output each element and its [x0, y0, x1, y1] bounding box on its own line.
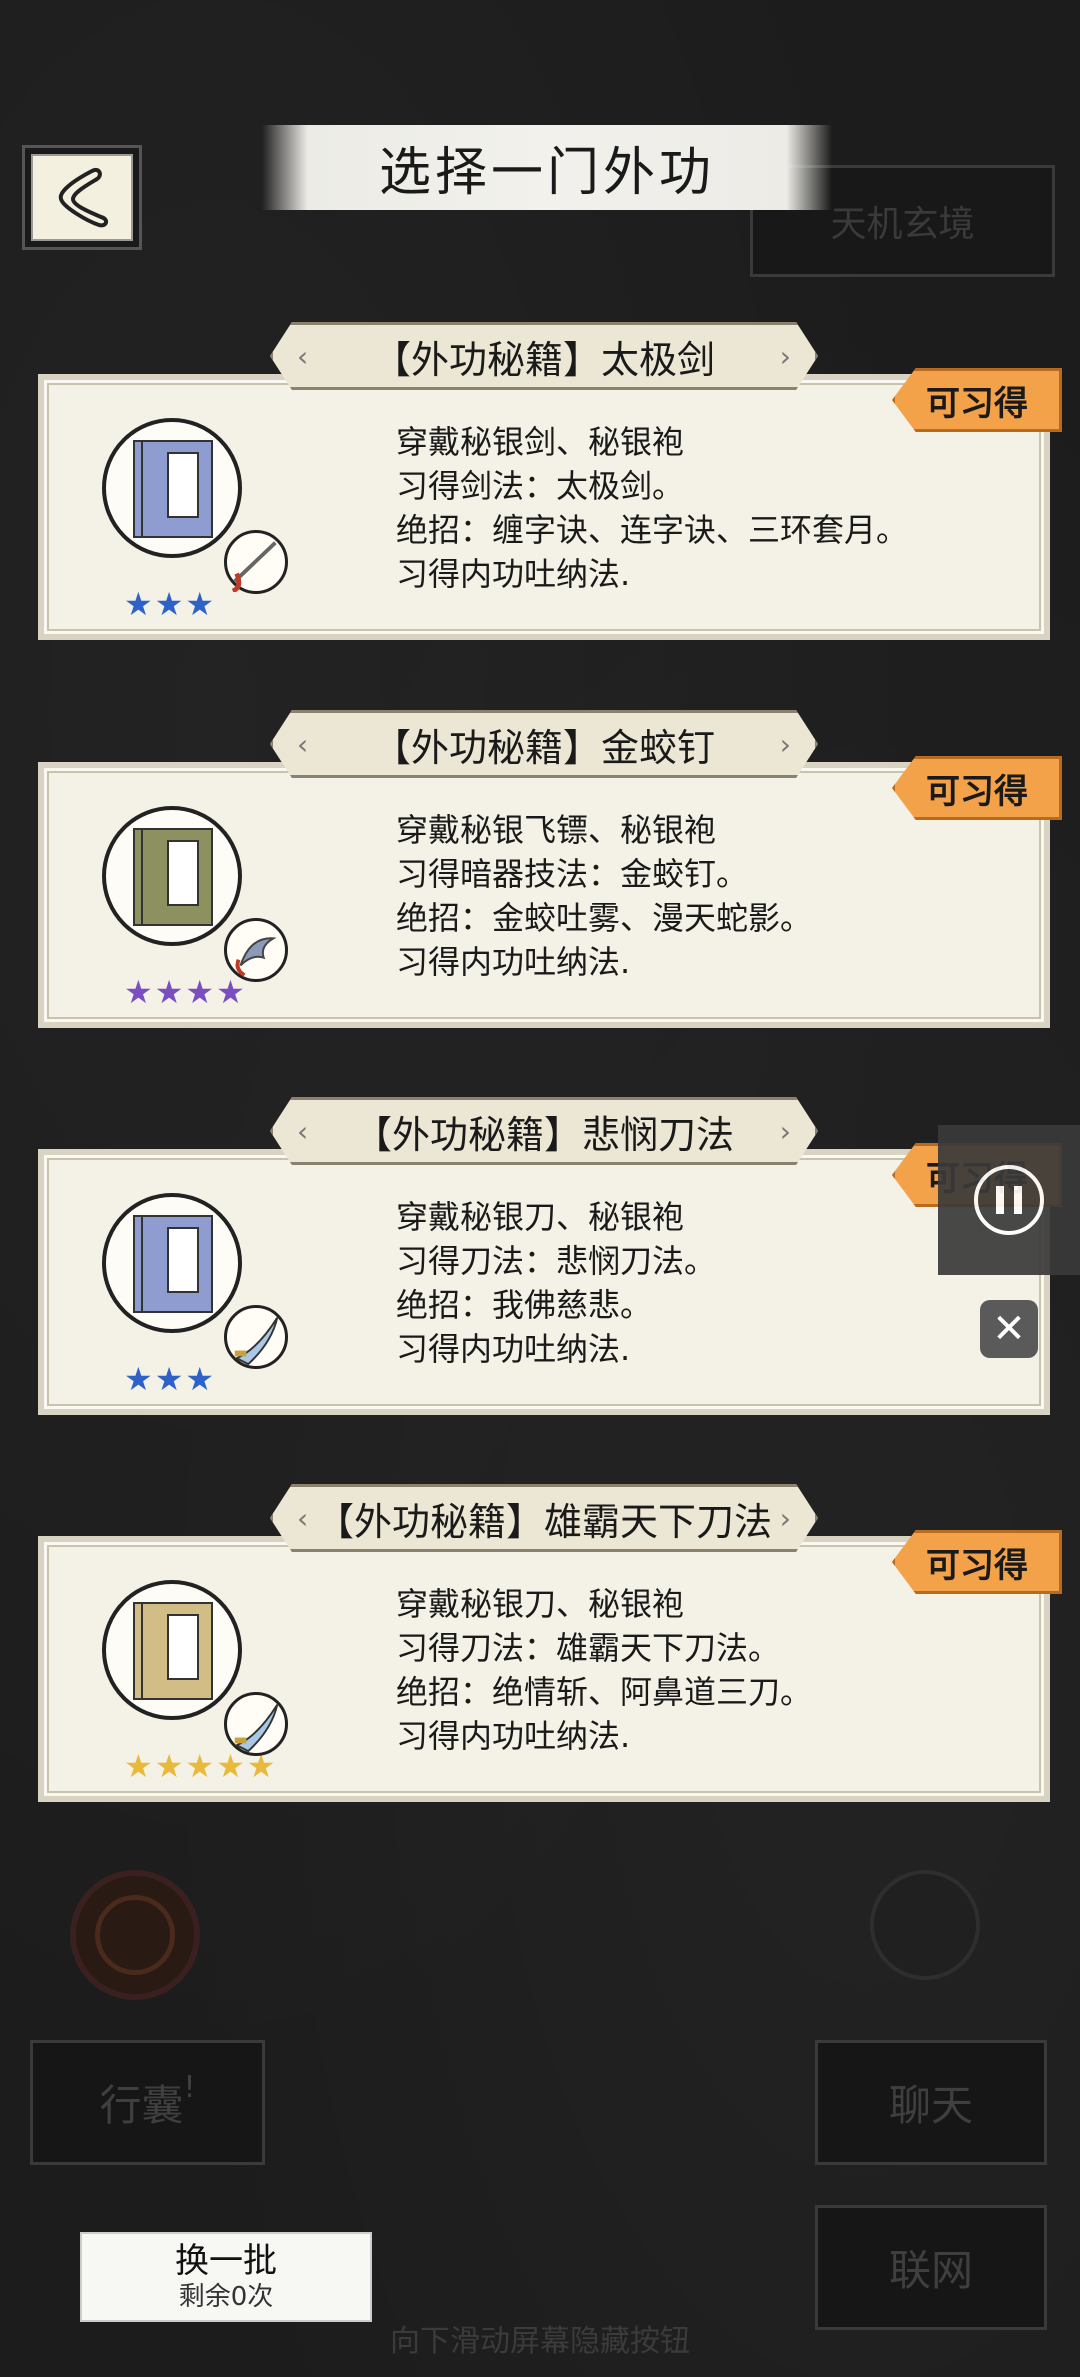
header-right-ornament-icon: › — [779, 727, 791, 761]
skill-card[interactable]: ‹ 【外功秘籍】雄霸天下刀法 › 可习得 ★★★★★ 穿戴秘银刀、秘银袍 习得刀法… — [38, 1484, 1062, 1814]
learnable-tag-label: 可习得 — [926, 1545, 1028, 1586]
header-right-ornament-icon: › — [779, 339, 791, 373]
bag-label: 行囊 — [99, 2081, 184, 2130]
refresh-label: 换一批 — [175, 2241, 277, 2281]
runner-icon — [870, 1870, 980, 1980]
description-line: 绝招：金蛟吐雾、漫天蛇影。 — [396, 899, 813, 937]
description-line: 习得暗器技法：金蛟钉。 — [396, 855, 749, 893]
description-line: 习得剑法：太极剑。 — [396, 467, 685, 505]
description-line: 穿戴秘银刀、秘银袍 — [396, 1585, 685, 1623]
learnable-tag: 可习得 — [892, 1530, 1062, 1594]
star-rating: ★★★ — [124, 1360, 217, 1398]
header-left-ornament-icon: ‹ — [297, 727, 309, 761]
tianji-label: 天机玄境 — [830, 204, 975, 245]
page-title: 选择一门外功 — [262, 125, 832, 210]
bag-button: 行囊! — [30, 2040, 265, 2165]
card-header: ‹ 【外功秘籍】悲悯刀法 › — [270, 1097, 818, 1165]
bag-alert-mark: ! — [183, 2070, 196, 2105]
card-title: 【外功秘籍】太极剑 — [372, 337, 715, 382]
description-line: 习得刀法：雄霸天下刀法。 — [396, 1629, 781, 1667]
card-description: 穿戴秘银刀、秘银袍习得刀法：雄霸天下刀法。 绝招：绝情斩、阿鼻道三刀。 习得内功吐纳… — [396, 1582, 812, 1758]
weapon-icon — [224, 1692, 288, 1756]
card-description: 穿戴秘银刀、秘银袍 习得刀法：悲悯刀法。 绝招：我佛慈悲。 习得内功吐纳法. — [396, 1195, 716, 1371]
description-line: 习得内功吐纳法. — [396, 1330, 631, 1368]
description-line: 习得内功吐纳法. — [396, 555, 631, 593]
description-line: 绝招：绝情斩、阿鼻道三刀。 — [396, 1673, 813, 1711]
book-icon — [102, 806, 242, 946]
pause-button[interactable] — [938, 1125, 1080, 1275]
skill-card[interactable]: ‹ 【外功秘籍】金蛟钉 › 可习得 ★★★★ 穿戴秘银飞镖、秘银袍 习得暗器技法：… — [38, 710, 1062, 1040]
card-description: 穿戴秘银飞镖、秘银袍 习得暗器技法：金蛟钉。绝招：金蛟吐雾、漫天蛇影。 习得内功吐纳… — [396, 808, 812, 984]
description-line: 穿戴秘银飞镖、秘银袍 — [396, 811, 717, 849]
refresh-button[interactable]: 换一批 剩余0次 — [80, 2232, 372, 2322]
header-right-ornament-icon: › — [779, 1114, 791, 1148]
header-left-ornament-icon: ‹ — [297, 1114, 309, 1148]
description-line: 绝招：我佛慈悲。 — [396, 1286, 653, 1324]
book-icon — [102, 418, 242, 558]
card-header: ‹ 【外功秘籍】太极剑 › — [270, 322, 818, 390]
header-left-ornament-icon: ‹ — [297, 339, 309, 373]
card-description: 穿戴秘银剑、秘银袍 习得剑法：太极剑。绝招：缠字诀、连字诀、三环套月。 习得内功吐纳… — [396, 420, 908, 596]
description-line: 穿戴秘银剑、秘银袍 — [396, 423, 685, 461]
back-arrow-icon — [58, 167, 108, 227]
weapon-icon — [224, 918, 288, 982]
skill-card[interactable]: ‹ 【外功秘籍】太极剑 › 可习得 ★★★ 穿戴秘银剑、秘银袍 习得剑法：太极剑。… — [38, 322, 1062, 652]
book-icon — [102, 1193, 242, 1333]
hide-buttons-hint: 向下滑动屏幕隐藏按钮 — [390, 2324, 690, 2359]
learnable-tag: 可习得 — [892, 368, 1062, 432]
back-button[interactable] — [22, 145, 142, 250]
description-line: 习得内功吐纳法. — [396, 1717, 631, 1755]
card-title: 【外功秘籍】悲悯刀法 — [353, 1112, 734, 1157]
card-title: 【外功秘籍】金蛟钉 — [372, 725, 715, 770]
header-right-ornament-icon: › — [779, 1501, 791, 1535]
card-header: ‹ 【外功秘籍】金蛟钉 › — [270, 710, 818, 778]
description-line: 习得刀法：悲悯刀法。 — [396, 1242, 717, 1280]
description-line: 绝招：缠字诀、连字诀、三环套月。 — [396, 511, 909, 549]
pause-icon — [974, 1165, 1044, 1235]
learnable-tag: 可习得 — [892, 756, 1062, 820]
online-label: 联网 — [888, 2246, 973, 2295]
card-header: ‹ 【外功秘籍】雄霸天下刀法 › — [270, 1484, 818, 1552]
header-left-ornament-icon: ‹ — [297, 1501, 309, 1535]
emblem-icon — [70, 1870, 200, 2000]
book-icon — [102, 1580, 242, 1720]
skill-card[interactable]: ‹ 【外功秘籍】悲悯刀法 › 可习得 ★★★ 穿戴秘银刀、秘银袍习得刀法：悲悯刀… — [38, 1097, 1062, 1427]
card-body: 可习得 ★★★ 穿戴秘银刀、秘银袍习得刀法：悲悯刀法。绝招：我佛慈悲。习得内功吐… — [38, 1143, 1062, 1415]
description-line: 习得内功吐纳法. — [396, 943, 631, 981]
weapon-icon — [224, 530, 288, 594]
online-button: 联网 — [815, 2205, 1047, 2330]
chat-button: 聊天 — [815, 2040, 1047, 2165]
close-button[interactable]: ✕ — [980, 1300, 1038, 1358]
description-line: 穿戴秘银刀、秘银袍 — [396, 1198, 685, 1236]
card-body: 可习得 ★★★★★ 穿戴秘银刀、秘银袍 习得刀法：雄霸天下刀法。 绝招：绝情斩、阿鼻… — [38, 1530, 1062, 1802]
weapon-icon — [224, 1305, 288, 1369]
close-icon: ✕ — [992, 1306, 1026, 1352]
chat-label: 聊天 — [888, 2081, 973, 2130]
learnable-tag-label: 可习得 — [926, 771, 1028, 812]
learnable-tag-label: 可习得 — [926, 383, 1028, 424]
card-title: 【外功秘籍】雄霸天下刀法 — [315, 1499, 772, 1544]
card-body: 可习得 ★★★★ 穿戴秘银飞镖、秘银袍 习得暗器技法：金蛟钉。 绝招：金蛟吐雾、漫天… — [38, 756, 1062, 1028]
card-body: 可习得 ★★★ 穿戴秘银剑、秘银袍 习得剑法：太极剑。绝招：缠字诀、连字诀、三环套… — [38, 368, 1062, 640]
star-rating: ★★★ — [124, 585, 217, 623]
page-title-text: 选择一门外功 — [378, 143, 715, 203]
refresh-remaining: 剩余0次 — [178, 2282, 274, 2312]
